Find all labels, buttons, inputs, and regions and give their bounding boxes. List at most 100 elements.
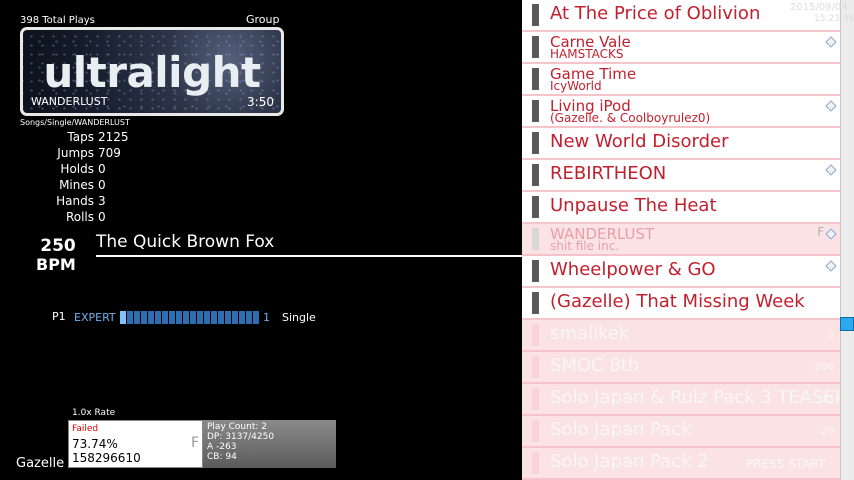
wheel-item-artist: shit file inc. — [550, 239, 620, 253]
wheel-item-title: smallkek — [550, 323, 630, 344]
wheel-item-marker — [532, 4, 539, 26]
wheel-item[interactable]: New World Disorder — [522, 128, 840, 158]
stat-value: 0 — [98, 162, 106, 176]
wheel-item-title: New World Disorder — [550, 131, 729, 152]
combo-breaks: CB: 94 — [207, 452, 237, 462]
wheel-item-title: Wheelpower & GO — [550, 259, 716, 280]
wheel-item[interactable]: REBIRTHEON — [522, 160, 840, 190]
title-divider — [96, 255, 522, 257]
wheel-item-marker — [532, 420, 539, 442]
score-details-panel: Play Count: 2 DP: 3137/4250 A -263 CB: 9… — [203, 420, 336, 468]
play-style: Single — [282, 311, 316, 324]
wheel-item-title: REBIRTHEON — [550, 163, 667, 184]
wheel-scroll-thumb[interactable] — [840, 317, 854, 331]
wheel-item[interactable]: Solo Japan Pack 20 — [522, 416, 840, 446]
meter-block — [162, 311, 168, 324]
sort-mode-label: Group — [246, 13, 280, 26]
wheel-item-title: Unpause The Heat — [550, 195, 717, 216]
wheel-item-marker — [532, 68, 539, 90]
wheel-item-title: (Gazelle) That Missing Week — [550, 291, 805, 312]
stat-value: 0 — [98, 178, 106, 192]
wheel-item[interactable]: Solo Japan & Rulz Pack 3 TEASER 13 — [522, 384, 847, 414]
wheel-item[interactable]: Game Time IcyWorld — [522, 64, 840, 94]
wheel-item[interactable]: WANDERLUST shit file inc. F — [522, 224, 840, 254]
wheel-item-marker — [532, 388, 539, 410]
stat-label: Holds — [60, 162, 94, 176]
wheel-item-title: Solo Japan & Rulz Pack 3 TEASER — [550, 387, 848, 408]
wheel-item[interactable]: Unpause The Heat — [522, 192, 840, 222]
bpm-value: 250 — [40, 236, 76, 256]
diamond-icon — [825, 164, 837, 176]
wheel-item-count: 3 — [827, 330, 834, 341]
wheel-item-title: At The Price of Oblivion — [550, 3, 761, 24]
stat-label: Jumps — [57, 146, 94, 160]
diamond-icon — [825, 36, 837, 48]
diamond-icon — [825, 260, 837, 272]
total-plays: 398 Total Plays — [20, 15, 95, 26]
meter-block — [141, 311, 147, 324]
meter-block — [225, 311, 231, 324]
wheel-item[interactable]: Wheelpower & GO — [522, 256, 840, 286]
wheel-item-count: 20 — [821, 426, 834, 437]
song-path: Songs/Single/WANDERLUST — [20, 118, 130, 127]
clock-date: 2015/09/04 — [790, 2, 848, 13]
diamond-icon — [825, 228, 837, 240]
press-start-prompt: PRESS START — [746, 457, 826, 471]
grade-label: F — [190, 435, 199, 451]
stat-rolls: Rolls 0 — [0, 210, 106, 224]
wheel-item-artist: (Gazelle. & Coolboyrulez0) — [550, 111, 711, 125]
banner-artist: WANDERLUST — [31, 95, 108, 108]
stat-value: 0 — [98, 210, 106, 224]
music-wheel[interactable]: At The Price of Oblivion Carne Vale HAMSTA… — [522, 0, 854, 480]
wheel-scrollbar[interactable] — [840, 0, 854, 480]
wheel-item[interactable]: smallkek 3 — [522, 320, 840, 350]
meter-block — [148, 311, 154, 324]
meter-block — [239, 311, 245, 324]
wheel-item-artist: IcyWorld — [550, 79, 602, 93]
difficulty-meter-value: 1 — [263, 311, 270, 324]
stat-value: 3 — [98, 194, 106, 208]
a-gap: A -263 — [207, 442, 237, 452]
play-count: Play Count: 2 — [207, 422, 267, 432]
meter-block — [197, 311, 203, 324]
meter-block — [190, 311, 196, 324]
diamond-icon — [825, 100, 837, 112]
wheel-item-marker — [532, 324, 539, 346]
stat-value: 709 — [98, 146, 121, 160]
song-length: 3:50 — [247, 95, 274, 109]
meter-block — [183, 311, 189, 324]
difficulty-meter — [120, 311, 259, 324]
wheel-item[interactable]: SMOC 8th 206 — [522, 352, 840, 382]
stat-value: 2125 — [98, 130, 129, 144]
meter-block — [253, 311, 259, 324]
meter-block — [169, 311, 175, 324]
wheel-item-marker — [532, 356, 539, 378]
wheel-item-marker — [532, 292, 539, 314]
stat-label: Rolls — [65, 210, 94, 224]
meter-block — [127, 311, 133, 324]
wheel-item-marker — [532, 452, 539, 474]
wheel-item-marker — [532, 228, 539, 250]
stat-label: Taps — [67, 130, 94, 144]
wheel-item-marker — [532, 260, 539, 282]
wheel-item-count: 206 — [814, 362, 834, 373]
meter-block — [232, 311, 238, 324]
meter-block — [155, 311, 161, 324]
wheel-item-artist: HAMSTACKS — [550, 47, 624, 61]
wheel-item[interactable]: (Gazelle) That Missing Week — [522, 288, 840, 318]
difficulty-name[interactable]: EXPERT — [74, 311, 116, 324]
clear-status: Failed — [72, 424, 99, 434]
meter-block — [204, 311, 210, 324]
meter-block — [246, 311, 252, 324]
wheel-item[interactable]: Carne Vale HAMSTACKS — [522, 32, 840, 62]
song-title: The Quick Brown Fox — [96, 232, 275, 252]
wheel-item[interactable]: Living iPod (Gazelle. & Coolboyrulez0) — [522, 96, 840, 126]
stat-holds: Holds 0 — [0, 162, 105, 176]
song-banner: ultralight WANDERLUST 3:50 — [20, 27, 284, 116]
wheel-item-marker — [532, 132, 539, 154]
rate-label: 1.0x Rate — [72, 408, 116, 418]
stat-label: Hands — [56, 194, 94, 208]
wheel-item-title: Solo Japan Pack — [550, 419, 692, 440]
stat-label: Mines — [59, 178, 94, 192]
player-name: Gazelle — [16, 456, 65, 471]
